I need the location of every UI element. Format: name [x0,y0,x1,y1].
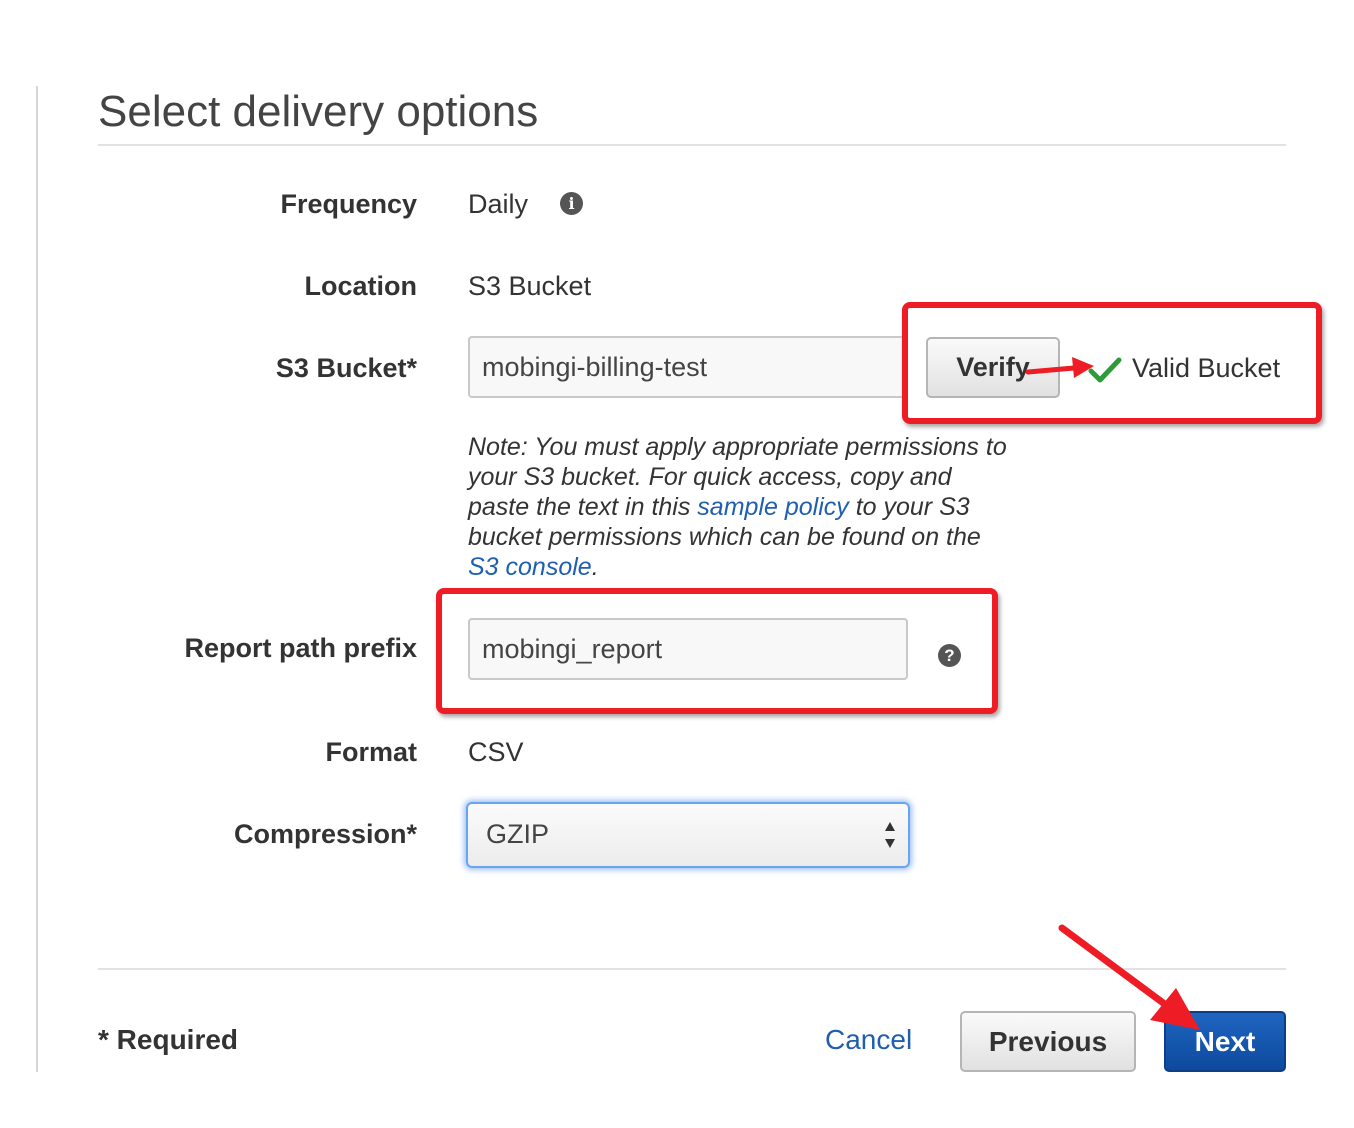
info-icon[interactable]: i [560,192,583,215]
valid-bucket-status: Valid Bucket [1132,353,1281,383]
format-label: Format [325,737,417,767]
question-icon[interactable]: ? [938,644,961,667]
footer-divider [98,968,1286,970]
frequency-value: Daily [468,189,529,219]
permissions-note: Note: You must apply appropriate permiss… [468,432,1008,582]
delivery-options-page: Select delivery options Frequency Daily … [0,0,1354,1128]
location-label: Location [304,271,418,301]
compression-label: Compression* [233,819,417,849]
verify-button[interactable]: Verify [926,337,1060,398]
select-arrows-icon [884,820,896,850]
s3-bucket-label: S3 Bucket* [275,353,417,383]
s3-bucket-input[interactable] [468,336,908,398]
compression-selected-value: GZIP [486,819,550,849]
title-divider [98,144,1286,146]
compression-select[interactable]: GZIP [466,802,910,868]
format-value: CSV [468,737,524,767]
next-button[interactable]: Next [1164,1011,1286,1072]
sample-policy-link[interactable]: sample policy [697,493,848,521]
required-note: * Required [98,1024,239,1055]
report-path-prefix-label: Report path prefix [184,633,417,663]
location-value: S3 Bucket [468,271,592,301]
report-path-prefix-input[interactable] [468,618,908,680]
previous-button[interactable]: Previous [960,1011,1136,1072]
s3-console-link[interactable]: S3 console [468,553,592,581]
note-text-3: . [591,553,599,581]
checkmark-icon [1088,356,1122,389]
page-title: Select delivery options [98,87,539,136]
left-divider [36,86,38,1072]
frequency-label: Frequency [280,189,417,219]
cancel-link[interactable]: Cancel [825,1024,912,1056]
